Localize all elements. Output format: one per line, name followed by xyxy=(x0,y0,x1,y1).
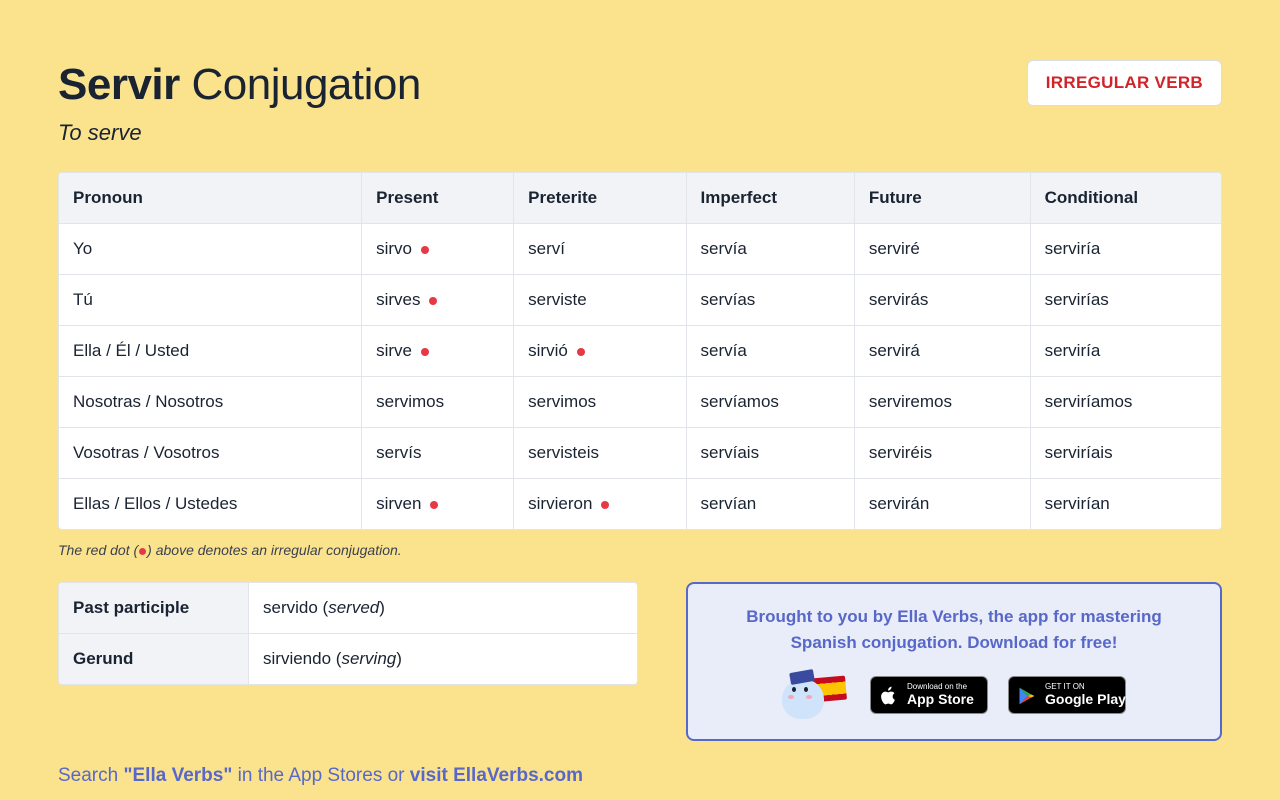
conjugation-cell: serviré xyxy=(855,224,1031,275)
red-dot-icon xyxy=(577,348,585,356)
pronoun-cell: Ella / Él / Usted xyxy=(59,326,362,377)
pronoun-cell: Ellas / Ellos / Ustedes xyxy=(59,479,362,529)
red-dot-icon xyxy=(139,548,146,555)
conjugation-cell: sirve xyxy=(362,326,514,377)
table-row: Ellas / Ellos / Ustedessirven sirvieron … xyxy=(59,479,1221,529)
conjugation-cell: serviría xyxy=(1031,224,1221,275)
conjugation-cell: serviríamos xyxy=(1031,377,1221,428)
table-row: Yosirvo serví servía serviré serviría xyxy=(59,224,1221,275)
irregular-badge: IRREGULAR VERB xyxy=(1027,60,1222,106)
search-cta: Search "Ella Verbs" in the App Stores or… xyxy=(58,765,1222,787)
column-header: Future xyxy=(855,173,1031,224)
conjugation-cell: servíais xyxy=(687,428,855,479)
conjugation-cell: servimos xyxy=(514,377,686,428)
pronoun-cell: Yo xyxy=(59,224,362,275)
page-title: Servir Conjugation xyxy=(58,60,421,110)
conjugation-cell: serviréis xyxy=(855,428,1031,479)
conjugation-cell: sirvo xyxy=(362,224,514,275)
conjugation-cell: serviría xyxy=(1031,326,1221,377)
mascot-icon xyxy=(782,671,850,719)
conjugation-cell: servirías xyxy=(1031,275,1221,326)
app-store-button[interactable]: Download on the App Store xyxy=(870,676,988,714)
table-row: Túsirves serviste servías servirás servi… xyxy=(59,275,1221,326)
past-participle-label: Past participle xyxy=(59,583,249,634)
conjugation-cell: sirven xyxy=(362,479,514,529)
table-row: Vosotras / Vosotrosservís servisteis ser… xyxy=(59,428,1221,479)
conjugation-cell: servimos xyxy=(362,377,514,428)
pronoun-cell: Vosotras / Vosotros xyxy=(59,428,362,479)
red-dot-icon xyxy=(421,348,429,356)
red-dot-icon xyxy=(429,297,437,305)
red-dot-icon xyxy=(421,246,429,254)
conjugation-cell: serviremos xyxy=(855,377,1031,428)
column-header: Present xyxy=(362,173,514,224)
red-dot-icon xyxy=(430,501,438,509)
conjugation-cell: serviste xyxy=(514,275,686,326)
conjugation-cell: servíamos xyxy=(687,377,855,428)
column-header: Pronoun xyxy=(59,173,362,224)
conjugation-cell: servisteis xyxy=(514,428,686,479)
conjugation-cell: servían xyxy=(687,479,855,529)
pronoun-cell: Tú xyxy=(59,275,362,326)
pronoun-cell: Nosotras / Nosotros xyxy=(59,377,362,428)
column-header: Imperfect xyxy=(687,173,855,224)
column-header: Conditional xyxy=(1031,173,1221,224)
promo-text: Brought to you by Ella Verbs, the app fo… xyxy=(712,604,1196,657)
conjugation-cell: sirvieron xyxy=(514,479,686,529)
gerund-value: sirviendo (serving) xyxy=(249,634,637,684)
conjugation-cell: sirvió xyxy=(514,326,686,377)
google-play-button[interactable]: GET IT ON Google Play xyxy=(1008,676,1126,714)
conjugation-cell: sirves xyxy=(362,275,514,326)
conjugation-cell: servirían xyxy=(1031,479,1221,529)
conjugation-cell: servía xyxy=(687,326,855,377)
conjugation-cell: servirán xyxy=(855,479,1031,529)
red-dot-icon xyxy=(601,501,609,509)
conjugation-table: PronounPresentPreteriteImperfectFutureCo… xyxy=(58,172,1222,530)
table-row: Nosotras / Nosotrosservimos servimos ser… xyxy=(59,377,1221,428)
past-participle-value: servido (served) xyxy=(249,583,637,634)
verb-meaning: To serve xyxy=(58,120,421,146)
conjugation-cell: serví xyxy=(514,224,686,275)
conjugation-cell: servías xyxy=(687,275,855,326)
conjugation-cell: servís xyxy=(362,428,514,479)
table-row: Ella / Él / Ustedsirve sirvió servía ser… xyxy=(59,326,1221,377)
gerund-label: Gerund xyxy=(59,634,249,684)
column-header: Preterite xyxy=(514,173,686,224)
conjugation-cell: servía xyxy=(687,224,855,275)
forms-table: Past participle servido (served) Gerund … xyxy=(58,582,638,685)
irregular-note: The red dot () above denotes an irregula… xyxy=(58,542,1222,558)
conjugation-cell: servirás xyxy=(855,275,1031,326)
promo-box: Brought to you by Ella Verbs, the app fo… xyxy=(686,582,1222,741)
conjugation-cell: serviríais xyxy=(1031,428,1221,479)
conjugation-cell: servirá xyxy=(855,326,1031,377)
